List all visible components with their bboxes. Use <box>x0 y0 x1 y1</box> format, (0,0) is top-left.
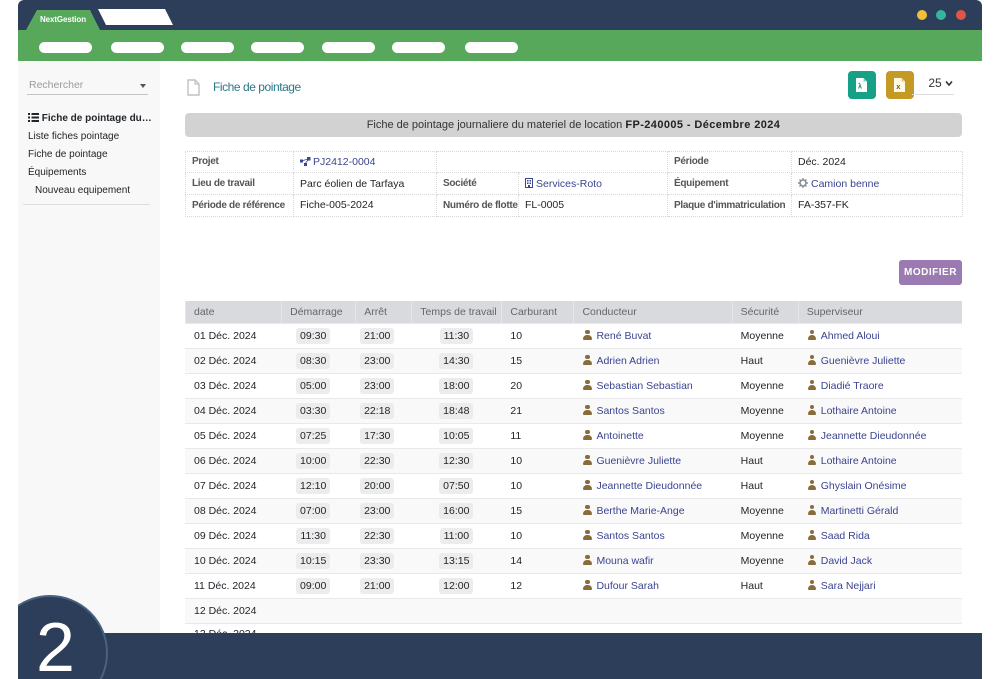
svg-text:λ: λ <box>858 83 862 91</box>
